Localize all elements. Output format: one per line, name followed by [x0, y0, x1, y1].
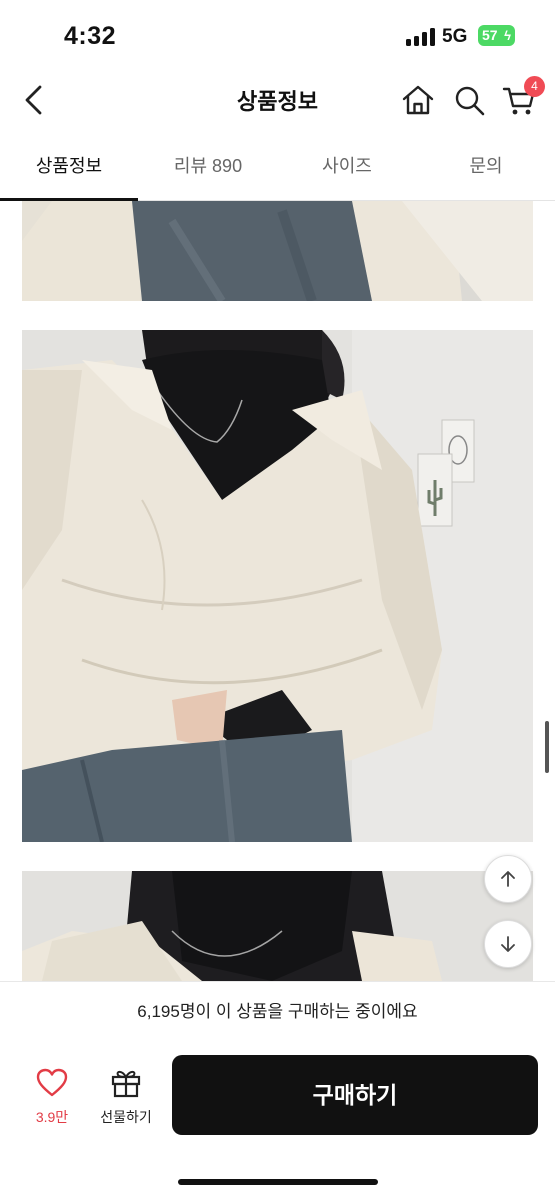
home-icon — [402, 85, 434, 115]
purchase-bar: 3.9만 선물하기 구매하기 — [0, 1042, 555, 1200]
like-button[interactable]: 3.9만 — [24, 1068, 80, 1138]
product-detail-content[interactable] — [0, 201, 555, 981]
live-buyers-notice: 6,195명이 이 상품을 구매하는 중이에요 — [0, 981, 555, 1043]
tab-inquiry[interactable]: 문의 — [417, 136, 555, 200]
network-label: 5G — [442, 26, 468, 47]
scroll-to-top-button[interactable] — [484, 855, 532, 903]
signal-icon — [406, 28, 436, 46]
gift-icon — [111, 1070, 141, 1098]
top-nav: 상품정보 — [0, 70, 555, 132]
scroll-to-bottom-button[interactable] — [484, 920, 532, 968]
battery-level: 57 — [482, 27, 498, 43]
home-indicator — [178, 1179, 378, 1185]
buy-button[interactable]: 구매하기 — [172, 1055, 538, 1135]
like-count: 3.9만 — [35, 1109, 69, 1125]
scroll-up-icon — [501, 871, 515, 887]
heart-icon — [36, 1068, 68, 1097]
scroll-down-icon — [501, 936, 515, 952]
back-button[interactable] — [18, 80, 54, 120]
home-button[interactable] — [400, 80, 436, 120]
product-photo — [22, 201, 533, 301]
battery-icon: 57 ϟ — [478, 25, 515, 46]
search-icon — [455, 86, 485, 116]
scrollbar[interactable] — [545, 721, 549, 773]
search-button[interactable] — [452, 80, 488, 120]
gift-button[interactable]: 선물하기 — [90, 1068, 162, 1138]
product-photo — [22, 871, 533, 981]
tab-bar: 상품정보 리뷰 890 사이즈 문의 — [0, 136, 555, 201]
tab-product-info[interactable]: 상품정보 — [0, 136, 138, 200]
status-bar: 4:32 5G 57 ϟ — [0, 0, 555, 70]
gift-label: 선물하기 — [100, 1109, 152, 1125]
tab-reviews[interactable]: 리뷰 890 — [139, 136, 277, 200]
product-photo — [22, 330, 533, 842]
status-time: 4:32 — [64, 22, 117, 50]
tab-size[interactable]: 사이즈 — [278, 136, 416, 200]
cart-count-badge: 4 — [524, 76, 545, 97]
back-arrow-icon — [25, 85, 42, 115]
